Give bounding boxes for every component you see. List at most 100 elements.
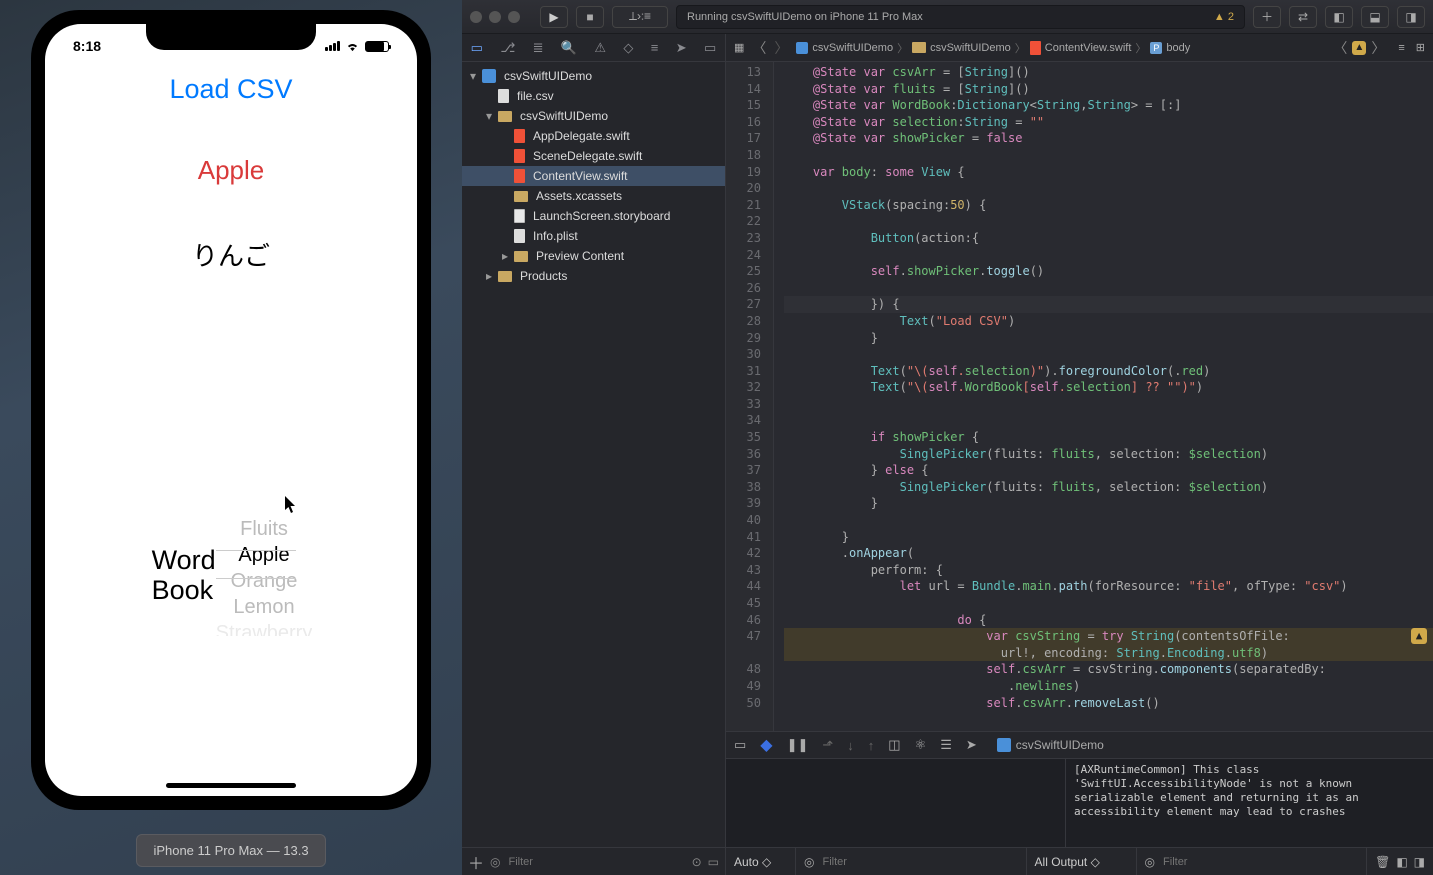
- panel-left-button[interactable]: ◧: [1325, 6, 1353, 28]
- picker-option[interactable]: Strawberry: [216, 620, 313, 636]
- add-editor-icon[interactable]: ⊞: [1416, 41, 1425, 54]
- run-button[interactable]: ▶: [540, 6, 568, 28]
- jump-bar[interactable]: ▦ 〈 〉 csvSwiftUIDemo 〉 csvSwiftUIDemo 〉 …: [726, 34, 1433, 62]
- picker-option[interactable]: Lemon: [233, 594, 294, 620]
- crumb-symbol[interactable]: body: [1166, 42, 1190, 54]
- picker-title-label: Word Book: [150, 546, 216, 605]
- tree-row[interactable]: LaunchScreen.storyboard: [462, 206, 725, 226]
- panel-right-button[interactable]: ◨: [1397, 6, 1425, 28]
- code-editor[interactable]: 1314151617181920212223242526272829303132…: [726, 62, 1433, 731]
- editor-options-icon[interactable]: ≡: [1398, 42, 1404, 54]
- console-filter-scope-icon[interactable]: ◎: [1145, 855, 1155, 869]
- add-button[interactable]: ＋: [468, 850, 484, 874]
- step-into-button[interactable]: ↓: [847, 738, 854, 753]
- scheme-selector[interactable]: ⟂›∶≡: [612, 6, 668, 28]
- report-nav-icon[interactable]: ▭: [704, 40, 716, 56]
- crumb-file[interactable]: ContentView.swift: [1045, 42, 1132, 54]
- step-over-button[interactable]: ⬏: [822, 737, 833, 753]
- debug-area: [AXRuntimeCommon] This class 'SwiftUI.Ac…: [726, 759, 1433, 847]
- tree-item-label: AppDelegate.swift: [533, 129, 630, 143]
- disclosure-icon[interactable]: ▾: [468, 69, 478, 83]
- folder-icon: [498, 271, 512, 282]
- vars-panel-toggle-icon[interactable]: ◧: [1396, 855, 1407, 869]
- view-debug-icon[interactable]: ◫: [888, 737, 900, 753]
- tree-row[interactable]: Assets.xcassets: [462, 186, 725, 206]
- location-icon[interactable]: ➤: [966, 737, 977, 753]
- tree-row[interactable]: ▸Preview Content: [462, 246, 725, 266]
- library-button[interactable]: ＋: [1253, 6, 1281, 28]
- xcode-window: ▶ ■ ⟂›∶≡ Running csvSwiftUIDemo on iPhon…: [462, 0, 1433, 875]
- picker-option[interactable]: Fluits: [240, 516, 288, 542]
- back-button[interactable]: 〈: [752, 38, 766, 58]
- step-out-button[interactable]: ↑: [868, 738, 875, 753]
- tree-row[interactable]: ContentView.swift: [462, 166, 725, 186]
- console-output[interactable]: [AXRuntimeCommon] This class 'SwiftUI.Ac…: [1066, 759, 1433, 847]
- disclosure-icon[interactable]: ▸: [500, 249, 510, 263]
- symbol-nav-icon[interactable]: ≣: [533, 40, 544, 56]
- breakpoint-nav-icon[interactable]: ➤: [676, 40, 687, 56]
- breakpoint-toggle-icon[interactable]: ◆: [760, 735, 772, 755]
- disclosure-icon[interactable]: ▸: [484, 269, 494, 283]
- tree-item-label: LaunchScreen.storyboard: [533, 209, 670, 223]
- console-scope-popup[interactable]: All Output ◇: [1035, 855, 1100, 869]
- stop-button[interactable]: ■: [576, 6, 604, 28]
- filter-scope-icon[interactable]: ◎: [490, 855, 500, 869]
- tree-row[interactable]: ▾csvSwiftUIDemo: [462, 106, 725, 126]
- console-panel-toggle-icon[interactable]: ◨: [1414, 855, 1425, 869]
- tree-row[interactable]: AppDelegate.swift: [462, 126, 725, 146]
- vars-filter-scope-icon[interactable]: ◎: [804, 855, 814, 869]
- pause-button[interactable]: ❚❚: [787, 737, 809, 753]
- panel-bottom-button[interactable]: ⬓: [1361, 6, 1389, 28]
- window-traffic-lights[interactable]: [470, 11, 520, 23]
- swift-file-icon: [514, 169, 525, 183]
- activity-status[interactable]: Running csvSwiftUIDemo on iPhone 11 Pro …: [676, 5, 1245, 29]
- related-items-icon[interactable]: ▦: [734, 41, 744, 54]
- file-icon: [498, 89, 509, 103]
- inline-warning-icon[interactable]: ▲: [1411, 628, 1427, 644]
- home-indicator[interactable]: [166, 783, 296, 788]
- crumb-project[interactable]: csvSwiftUIDemo: [812, 42, 893, 54]
- line-number-gutter[interactable]: 1314151617181920212223242526272829303132…: [726, 62, 774, 731]
- picker-option[interactable]: Apple: [238, 542, 289, 568]
- variables-scope-popup[interactable]: Auto ◇: [734, 855, 771, 869]
- tree-row[interactable]: ▸Products: [462, 266, 725, 286]
- tree-row[interactable]: SceneDelegate.swift: [462, 146, 725, 166]
- memory-graph-icon[interactable]: ⚛: [915, 737, 927, 753]
- scm-filter-icon[interactable]: ▭: [708, 855, 719, 869]
- next-issue-button[interactable]: 〉: [1371, 38, 1385, 58]
- variables-filter-input[interactable]: [820, 855, 1017, 869]
- load-csv-button[interactable]: Load CSV: [169, 74, 292, 105]
- phone-notch: [146, 24, 316, 50]
- forward-button[interactable]: 〉: [774, 38, 788, 58]
- navigator-tabs[interactable]: ▭ ⎇ ≣ 🔍 ⚠ ◇ ≡ ➤ ▭: [462, 34, 725, 62]
- debug-target-label[interactable]: csvSwiftUIDemo: [1016, 738, 1104, 752]
- status-time: 8:18: [73, 38, 101, 54]
- test-nav-icon[interactable]: ◇: [623, 40, 633, 56]
- navigator-filter-input[interactable]: [507, 855, 686, 869]
- tree-row[interactable]: ▾csvSwiftUIDemo: [462, 66, 725, 86]
- tree-row[interactable]: Info.plist: [462, 226, 725, 246]
- picker-option[interactable]: Orange: [231, 568, 298, 594]
- clear-console-icon[interactable]: 🗑: [1375, 855, 1390, 869]
- environment-override-icon[interactable]: ☰: [940, 737, 952, 753]
- crumb-folder[interactable]: csvSwiftUIDemo: [930, 42, 1011, 54]
- prev-issue-button[interactable]: 〈: [1333, 38, 1347, 58]
- variables-view[interactable]: [726, 759, 1066, 847]
- phone-frame: 8:18 Load CSV Apple りんご Word Book Fluits…: [31, 10, 431, 810]
- disclosure-icon[interactable]: ▾: [484, 109, 494, 123]
- recent-files-icon[interactable]: ⊙: [692, 855, 702, 869]
- project-icon: [482, 69, 496, 83]
- console-filter-input[interactable]: [1161, 855, 1358, 869]
- warning-count-badge[interactable]: ▲ 2: [1214, 11, 1234, 23]
- issue-nav-icon[interactable]: ⚠: [594, 40, 606, 56]
- project-tree[interactable]: ▾csvSwiftUIDemofile.csv▾csvSwiftUIDemo Ap…: [462, 62, 725, 847]
- source-control-nav-icon[interactable]: ⎇: [500, 40, 515, 56]
- warning-icon[interactable]: ▲: [1352, 41, 1366, 55]
- debug-nav-icon[interactable]: ≡: [651, 40, 659, 55]
- find-nav-icon[interactable]: 🔍: [561, 40, 577, 56]
- project-nav-icon[interactable]: ▭: [471, 40, 483, 56]
- picker-wheel[interactable]: FluitsAppleOrangeLemonStrawberry: [216, 516, 313, 636]
- tree-row[interactable]: file.csv: [462, 86, 725, 106]
- hide-debug-icon[interactable]: ▭: [734, 737, 746, 753]
- code-review-button[interactable]: ⇄: [1289, 6, 1317, 28]
